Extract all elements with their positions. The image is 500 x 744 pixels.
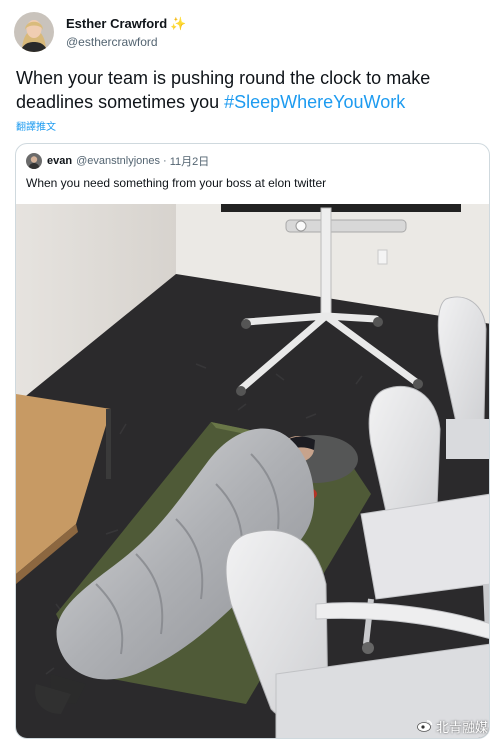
watermark: 北青融媒 xyxy=(417,717,488,736)
separator-dot: · xyxy=(163,155,167,167)
author-handle[interactable]: @esthercrawford xyxy=(66,35,186,49)
office-sleeping-bag-photo[interactable] xyxy=(16,204,489,738)
avatar[interactable] xyxy=(14,12,54,52)
quoted-date[interactable]: 11月2日 xyxy=(170,153,210,169)
weibo-icon xyxy=(417,719,433,735)
tweet-card: Esther Crawford ✨ @esthercrawford When y… xyxy=(0,0,500,744)
tweet-author: Esther Crawford ✨ @esthercrawford xyxy=(14,12,186,52)
display-name[interactable]: Esther Crawford ✨ xyxy=(66,16,186,32)
quoted-tweet-text: When you need something from your boss a… xyxy=(26,176,327,190)
tweet-text: When your team is pushing round the cloc… xyxy=(16,66,488,114)
quoted-author-handle[interactable]: @evanstnlyjones xyxy=(76,155,160,167)
sparkle-icon: ✨ xyxy=(170,15,187,31)
translate-tweet-link[interactable]: 翻譯推文 xyxy=(16,118,56,133)
quoted-tweet-header: evan @evanstnlyjones · 11月2日 xyxy=(26,153,209,169)
quoted-author-name[interactable]: evan xyxy=(47,155,72,167)
author-name[interactable]: Esther Crawford xyxy=(66,16,167,31)
quoted-avatar[interactable] xyxy=(26,153,42,169)
quoted-tweet[interactable]: evan @evanstnlyjones · 11月2日 When you ne… xyxy=(15,143,490,739)
hashtag-link[interactable]: #SleepWhereYouWork xyxy=(224,92,405,112)
watermark-text: 北青融媒 xyxy=(435,720,488,735)
